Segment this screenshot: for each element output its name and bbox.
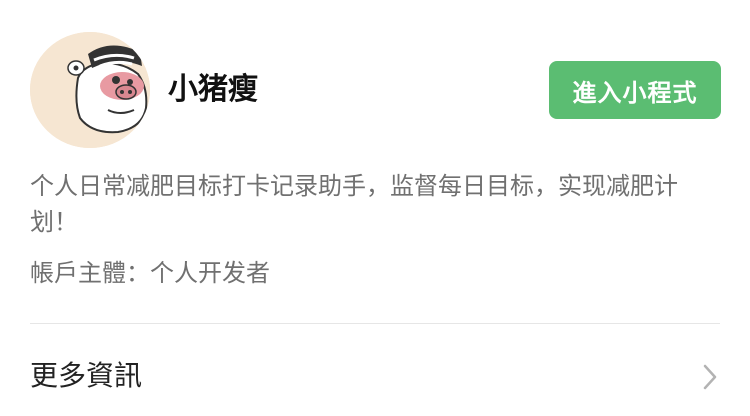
divider (30, 323, 720, 324)
more-info-row[interactable]: 更多資訊 (30, 352, 720, 402)
cartoon-pig-avatar-icon (30, 32, 150, 148)
enter-miniprogram-button[interactable]: 進入小程式 (549, 61, 721, 119)
app-description: 个人日常减肥目标打卡记录助手，监督每日目标，实现减肥计划！ (30, 172, 678, 236)
account-subject: 帳戶主體：个人开发者 (30, 259, 270, 287)
miniprogram-profile-page: 小猪瘦 進入小程式 个人日常减肥目标打卡记录助手，监督每日目标，实现减肥计划！ … (0, 0, 750, 416)
more-info-label: 更多資訊 (30, 359, 143, 392)
chevron-right-icon (703, 364, 717, 390)
avatar (30, 32, 150, 148)
app-name: 小猪瘦 (168, 72, 258, 107)
